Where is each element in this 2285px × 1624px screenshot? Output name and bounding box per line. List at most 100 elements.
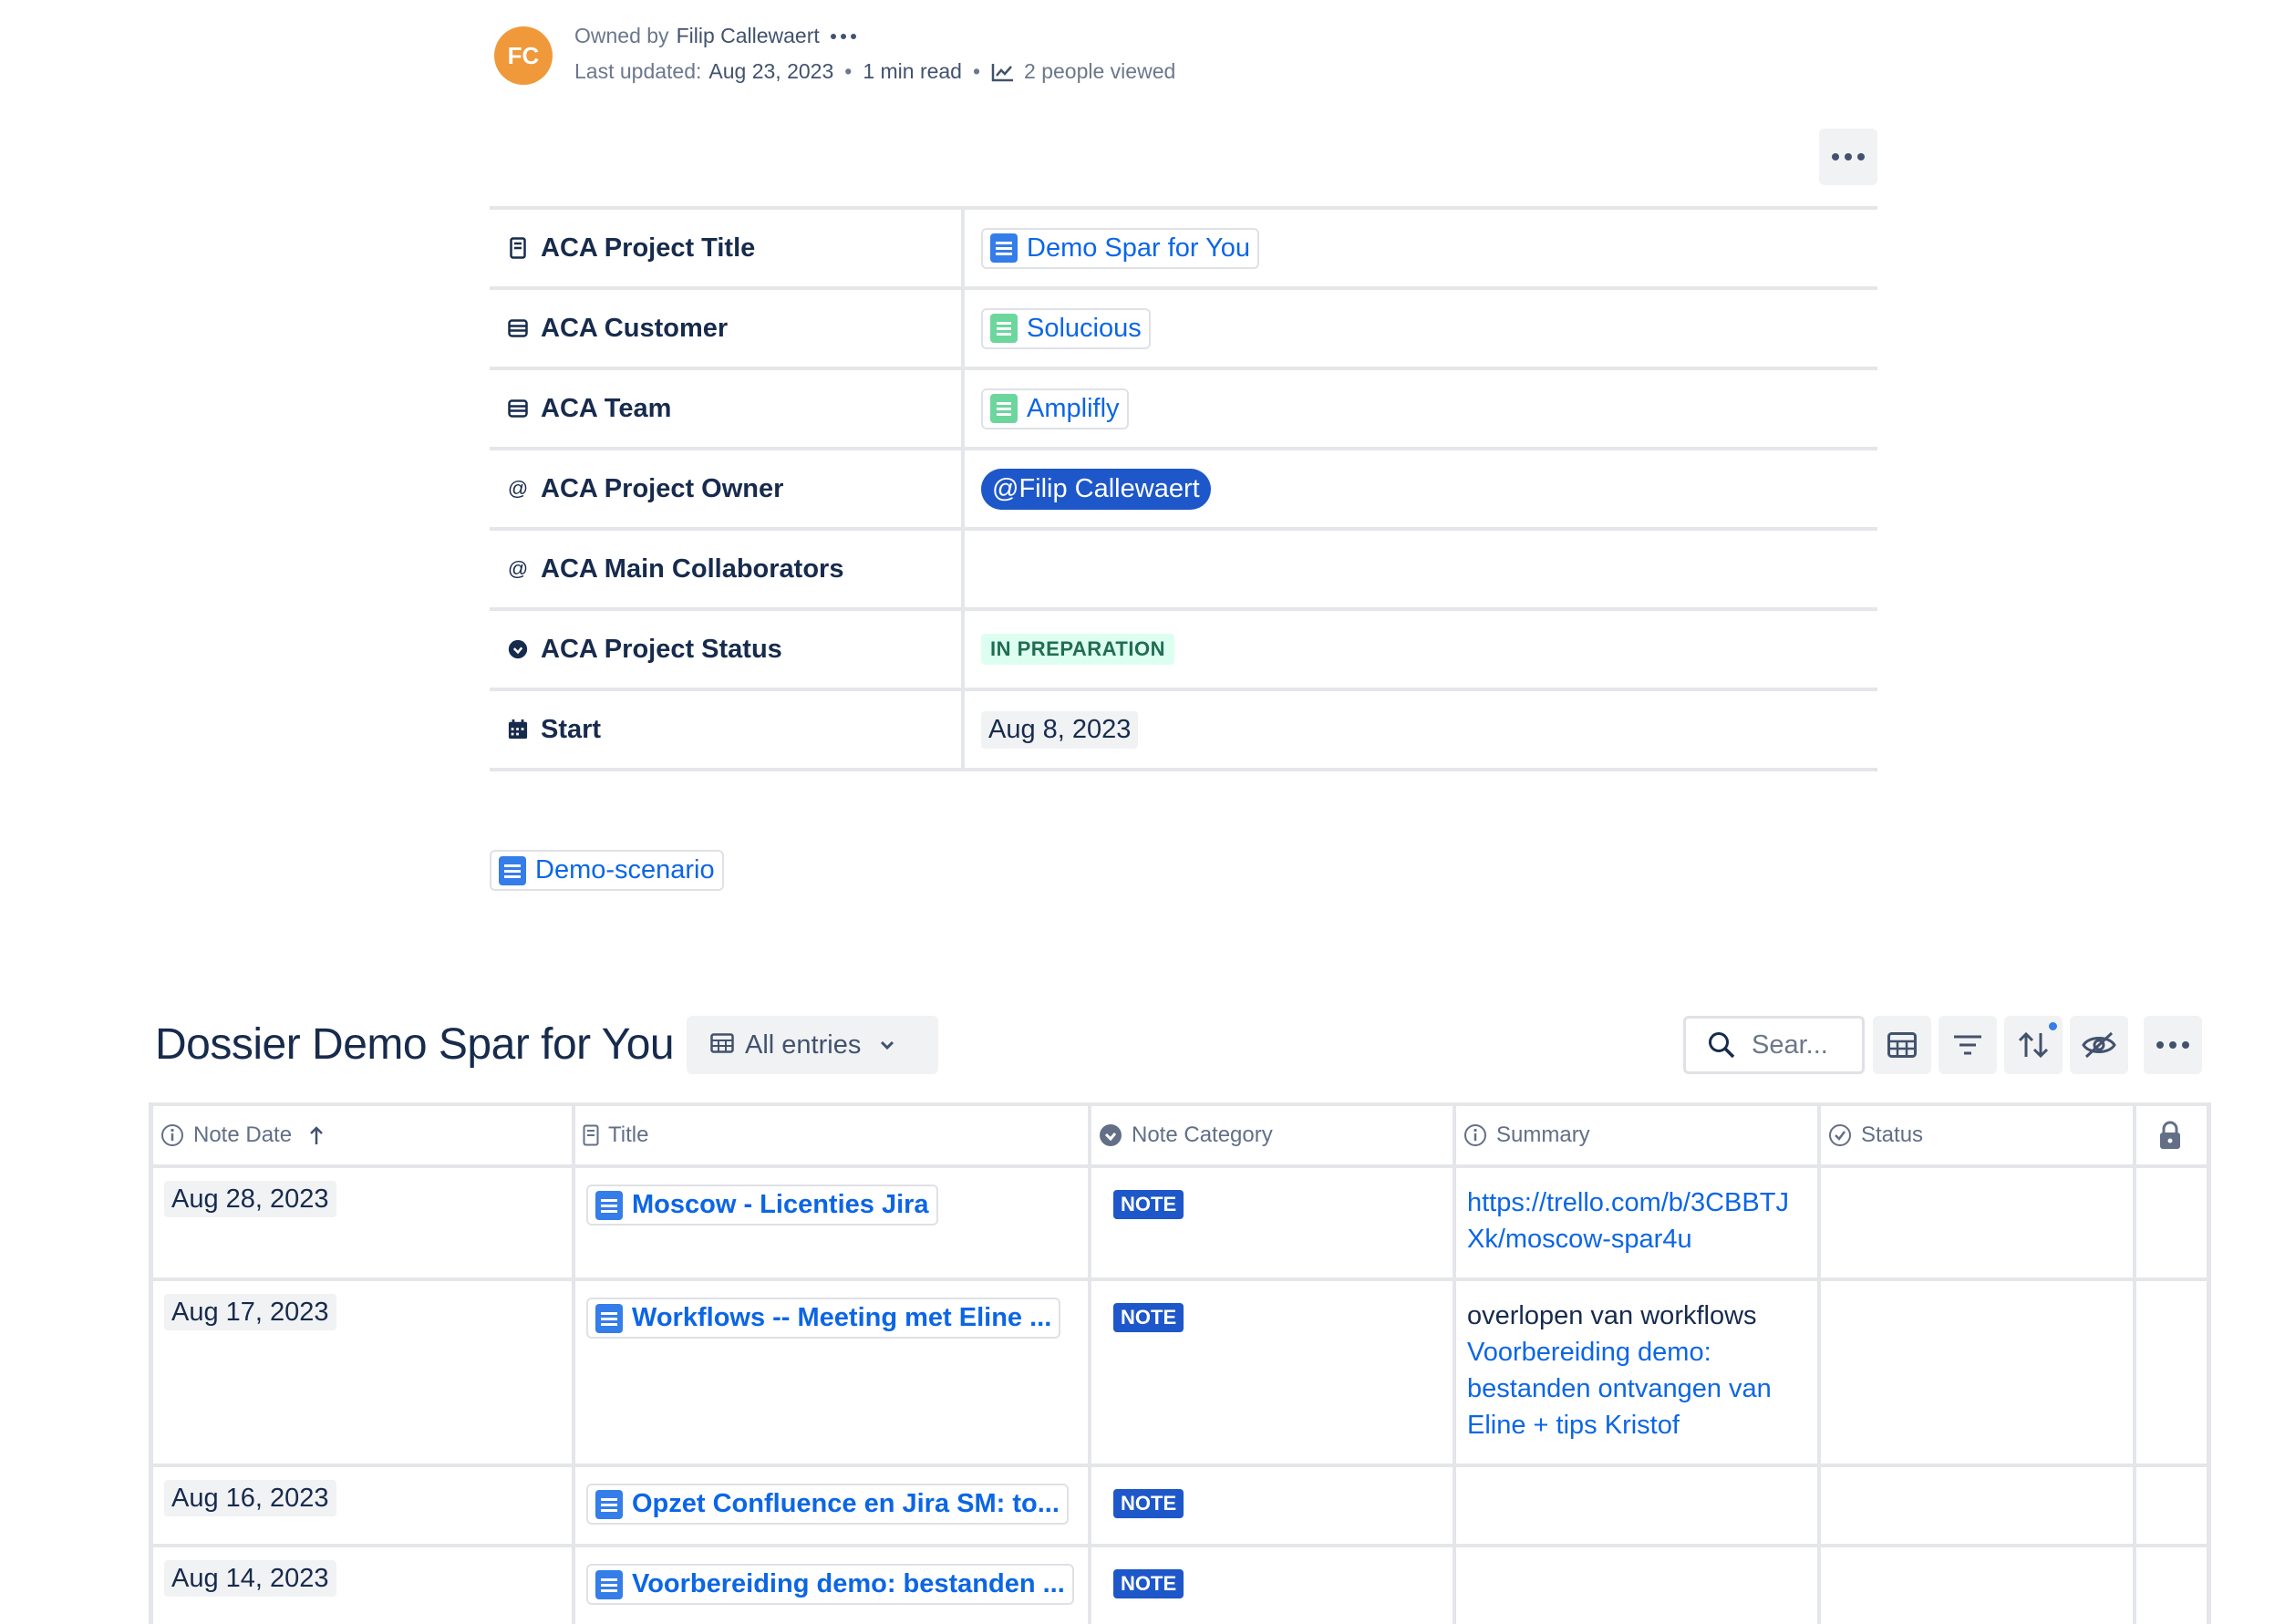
row-title-link[interactable]: Workflows -- Meeting met Eline ... xyxy=(586,1298,1061,1339)
table-row[interactable]: Aug 28, 2023 Moscow - Licenties Jira NOT… xyxy=(153,1168,2207,1281)
row-title-label: Voorbereiding demo: bestanden ... xyxy=(632,1569,1065,1598)
property-key: @ ACA Project Owner xyxy=(490,450,965,527)
sort-icon xyxy=(2017,1022,2057,1059)
column-header-label: Note Date xyxy=(193,1122,293,1147)
column-header-status[interactable]: Status xyxy=(1821,1106,2136,1164)
viewers-count[interactable]: 2 people viewed xyxy=(1024,59,1175,84)
note-date: Aug 17, 2023 xyxy=(164,1294,336,1330)
property-row-project-owner: @ ACA Project Owner @Filip Callewaert xyxy=(490,447,1877,527)
property-value: Solucious xyxy=(965,290,1877,367)
owner-mention[interactable]: @Filip Callewaert xyxy=(981,468,1211,510)
property-row-project-status: ACA Project Status IN PREPARATION xyxy=(490,607,1877,688)
property-value: Amplifly xyxy=(965,370,1877,447)
properties-table: ACA Project Title Demo Spar for You ACA … xyxy=(490,206,1877,771)
byline-more-icon[interactable] xyxy=(830,33,856,39)
property-row-main-collaborators: @ ACA Main Collaborators xyxy=(490,527,1877,607)
column-header-note-date[interactable]: Note Date xyxy=(153,1106,575,1164)
page-icon xyxy=(508,237,528,259)
row-title-link[interactable]: Moscow - Licenties Jira xyxy=(586,1184,938,1226)
byline-owner: Owned by Filip Callewaert xyxy=(574,24,856,48)
cell-status[interactable] xyxy=(1821,1168,2136,1277)
table-row[interactable]: Aug 16, 2023 Opzet Confluence en Jira SM… xyxy=(153,1467,2207,1547)
cell-summary[interactable] xyxy=(1456,1547,1821,1624)
cell-lock xyxy=(2136,1281,2207,1464)
column-header-lock[interactable] xyxy=(2136,1106,2207,1164)
cell-status[interactable] xyxy=(1821,1467,2136,1544)
column-header-summary[interactable]: Summary xyxy=(1456,1106,1821,1164)
page-icon xyxy=(499,855,526,885)
demo-scenario-link[interactable]: Demo-scenario xyxy=(490,850,724,891)
property-value: IN PREPARATION xyxy=(965,611,1877,688)
cell-note-date[interactable]: Aug 16, 2023 xyxy=(153,1467,575,1544)
summary-link[interactable]: https://trello.com/b/3CBBTJXk/moscow-spa… xyxy=(1467,1184,1806,1257)
column-header-label: Status xyxy=(1861,1122,1924,1147)
property-key: ACA Team xyxy=(490,370,965,447)
hide-fields-button[interactable] xyxy=(2070,1016,2128,1074)
separator-dot: • xyxy=(844,59,853,83)
start-date[interactable]: Aug 8, 2023 xyxy=(981,710,1139,749)
database-table: Note Date Title Note Category Summary St… xyxy=(149,1102,2211,1624)
status-lozenge[interactable]: IN PREPARATION xyxy=(981,634,1174,665)
last-updated-label: Last updated: xyxy=(574,59,702,83)
cell-title[interactable]: Workflows -- Meeting met Eline ... xyxy=(575,1281,1091,1464)
sort-active-dot xyxy=(2049,1022,2057,1030)
cell-title[interactable]: Opzet Confluence en Jira SM: to... xyxy=(575,1467,1091,1544)
cell-title[interactable]: Voorbereiding demo: bestanden ... xyxy=(575,1547,1091,1624)
property-key: ACA Project Title xyxy=(490,210,965,286)
owner-name-link[interactable]: Filip Callewaert xyxy=(677,24,820,48)
project-title-link[interactable]: Demo Spar for You xyxy=(981,227,1260,269)
property-key: ACA Project Status xyxy=(490,611,965,688)
database-search-input[interactable]: Sear... xyxy=(1683,1016,1865,1074)
filter-button[interactable] xyxy=(1939,1016,1997,1074)
owned-by-label: Owned by xyxy=(574,24,669,47)
calendar-icon xyxy=(508,719,528,740)
cell-summary[interactable] xyxy=(1456,1467,1821,1544)
summary-link[interactable]: Voorbereiding demo: bestanden ontvangen … xyxy=(1467,1334,1806,1443)
cell-note-category[interactable]: NOTE xyxy=(1091,1547,1456,1624)
check-circle-icon xyxy=(1828,1123,1852,1147)
search-icon xyxy=(1708,1031,1735,1059)
chip-label: Amplifly xyxy=(1027,393,1120,423)
cell-status[interactable] xyxy=(1821,1547,2136,1624)
separator-dot: • xyxy=(972,59,981,83)
cell-note-category[interactable]: NOTE xyxy=(1091,1467,1456,1544)
page-icon xyxy=(595,1303,623,1333)
column-header-title[interactable]: Title xyxy=(575,1106,1091,1164)
view-selector-button[interactable]: All entries xyxy=(687,1016,938,1074)
table-row[interactable]: Aug 14, 2023 Voorbereiding demo: bestand… xyxy=(153,1547,2207,1624)
cell-lock xyxy=(2136,1467,2207,1544)
property-key-label: ACA Project Owner xyxy=(541,473,784,503)
property-key-label: ACA Project Status xyxy=(541,634,782,664)
cell-summary[interactable]: overlopen van workflows Voorbereiding de… xyxy=(1456,1281,1821,1464)
sort-ascending-icon[interactable] xyxy=(308,1125,325,1145)
analytics-icon[interactable] xyxy=(991,62,1015,82)
chip-label: Demo-scenario xyxy=(535,855,715,884)
row-title-link[interactable]: Opzet Confluence en Jira SM: to... xyxy=(586,1484,1069,1525)
team-link[interactable]: Amplifly xyxy=(981,388,1129,429)
collaborators-value-empty[interactable] xyxy=(965,531,1877,607)
row-title-link[interactable]: Voorbereiding demo: bestanden ... xyxy=(586,1564,1074,1605)
layout-toggle-button[interactable] xyxy=(1873,1016,1931,1074)
cell-status[interactable] xyxy=(1821,1281,2136,1464)
sort-button[interactable] xyxy=(2004,1016,2063,1074)
cell-lock xyxy=(2136,1168,2207,1277)
customer-link[interactable]: Solucious xyxy=(981,307,1151,349)
cell-note-category[interactable]: NOTE xyxy=(1091,1168,1456,1277)
owner-avatar[interactable]: FC xyxy=(494,26,553,85)
cell-note-date[interactable]: Aug 28, 2023 xyxy=(153,1168,575,1277)
properties-more-button[interactable] xyxy=(1819,129,1877,185)
demo-scenario-link-wrapper: Demo-scenario xyxy=(490,850,724,891)
page-icon xyxy=(583,1124,599,1146)
database-more-button[interactable] xyxy=(2144,1016,2202,1074)
cell-summary[interactable]: https://trello.com/b/3CBBTJXk/moscow-spa… xyxy=(1456,1168,1821,1277)
last-updated-value[interactable]: Aug 23, 2023 xyxy=(708,59,833,84)
table-row[interactable]: Aug 17, 2023 Workflows -- Meeting met El… xyxy=(153,1281,2207,1467)
property-key-label: ACA Team xyxy=(541,393,672,423)
cell-note-category[interactable]: NOTE xyxy=(1091,1281,1456,1464)
column-header-note-category[interactable]: Note Category xyxy=(1091,1106,1456,1164)
cell-title[interactable]: Moscow - Licenties Jira xyxy=(575,1168,1091,1277)
database-title: Dossier Demo Spar for You xyxy=(155,1020,675,1069)
cell-note-date[interactable]: Aug 14, 2023 xyxy=(153,1547,575,1624)
category-lozenge: NOTE xyxy=(1113,1190,1184,1219)
cell-note-date[interactable]: Aug 17, 2023 xyxy=(153,1281,575,1464)
